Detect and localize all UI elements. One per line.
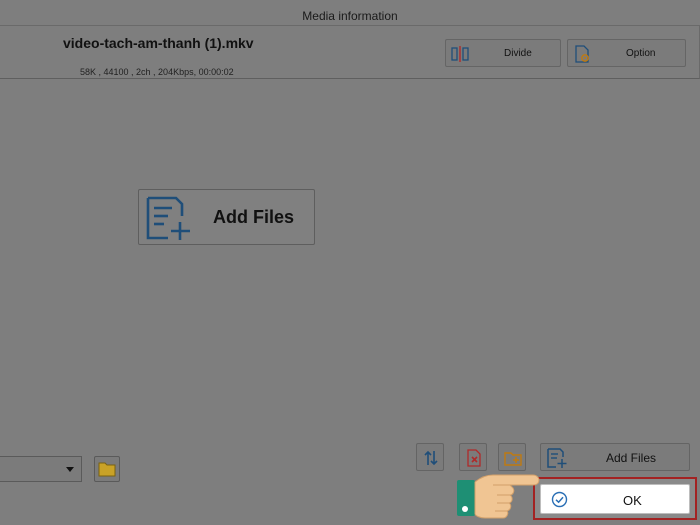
folder-icon [98, 462, 116, 477]
ok-button[interactable]: OK [540, 484, 690, 514]
ok-highlight-box: OK [533, 477, 697, 520]
add-files-center-button[interactable]: Add Files [138, 189, 315, 245]
add-files-center-label: Add Files [213, 207, 295, 227]
option-button[interactable]: Option [567, 39, 686, 67]
output-format-dropdown[interactable] [0, 456, 82, 482]
ok-label: OK [623, 493, 642, 508]
sort-icon [424, 450, 438, 466]
divide-button[interactable]: Divide [445, 39, 561, 67]
remove-file-icon [467, 449, 481, 467]
pointing-hand-icon [457, 474, 540, 519]
add-files-icon [146, 196, 190, 240]
divide-icon [451, 46, 469, 62]
sort-button[interactable] [416, 443, 444, 471]
file-meta: 58K , 44100 , 2ch , 204Kbps, 00:00:02 [80, 67, 234, 77]
remove-file-button[interactable] [459, 443, 487, 471]
add-files-button[interactable]: Add Files [540, 443, 690, 471]
check-circle-icon [551, 491, 568, 508]
add-folder-button[interactable] [498, 443, 526, 471]
option-label: Option [626, 48, 656, 59]
divide-label: Divide [504, 48, 532, 59]
chevron-down-icon [66, 467, 74, 472]
add-files-icon [547, 448, 567, 468]
file-name: video-tach-am-thanh (1).mkv [63, 35, 254, 51]
media-info-header: Media information [0, 6, 700, 26]
add-folder-icon [504, 452, 522, 466]
add-files-label: Add Files [606, 451, 657, 465]
output-folder-button[interactable] [94, 456, 120, 482]
option-icon [575, 45, 589, 63]
header-title: Media information [302, 9, 398, 23]
